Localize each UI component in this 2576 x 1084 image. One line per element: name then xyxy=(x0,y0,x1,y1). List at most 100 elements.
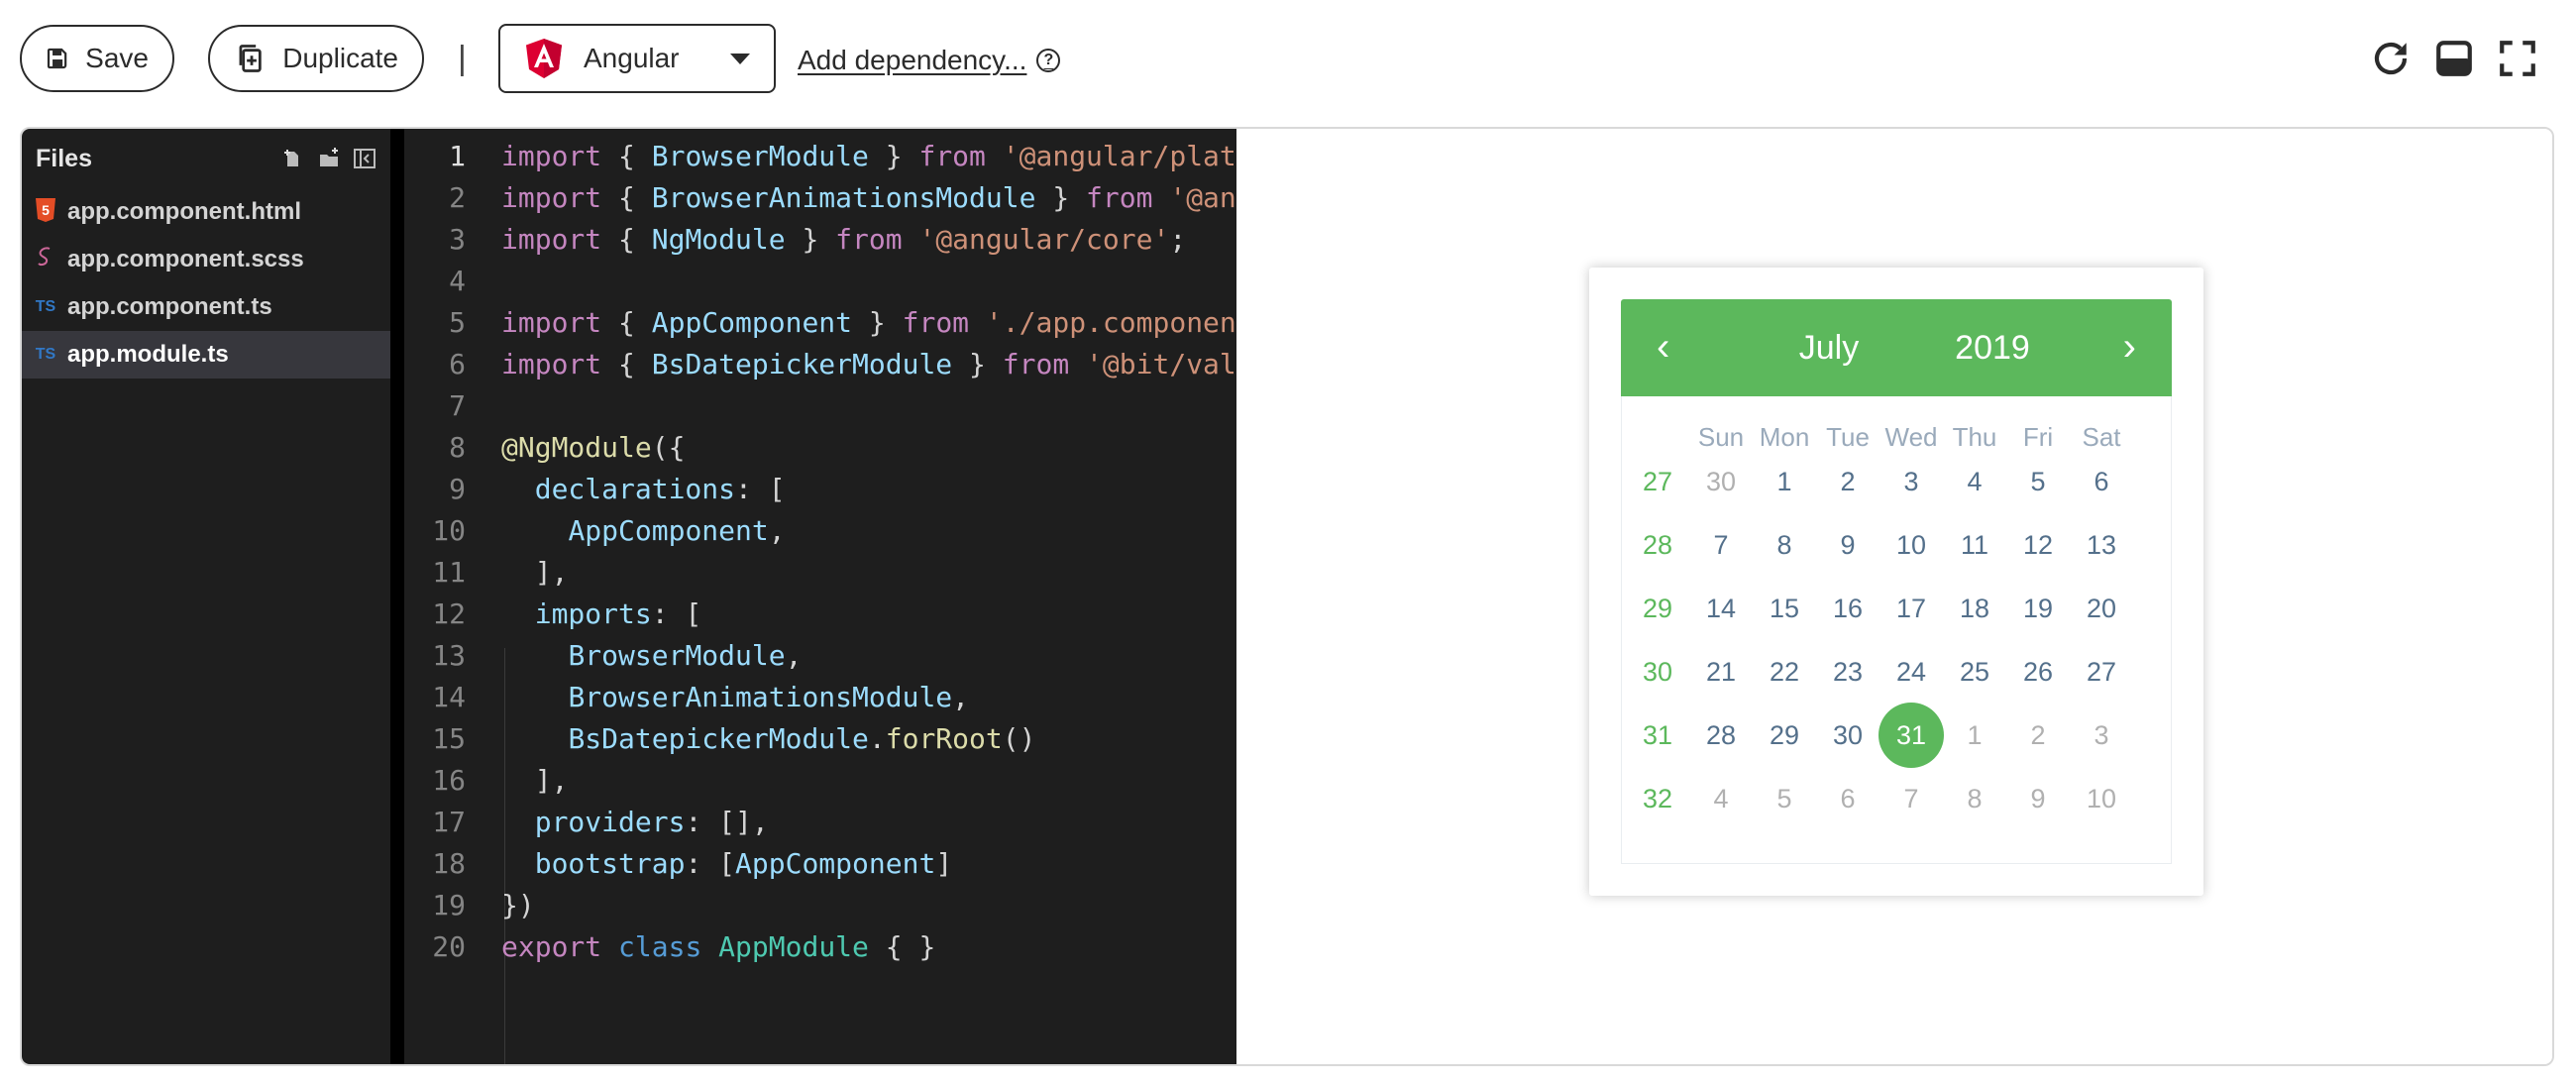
calendar-day[interactable]: 30 xyxy=(1693,454,1749,509)
code-line: 16 ], xyxy=(432,763,569,797)
calendar-day[interactable]: 29 xyxy=(1757,707,1812,763)
workspace: Files 5 app.component.html app.component… xyxy=(20,127,2554,1066)
code-line: 17 providers: [], xyxy=(432,805,769,838)
file-item-app-component-ts[interactable]: TS app.component.ts xyxy=(22,283,390,331)
framework-label: Angular xyxy=(584,43,680,73)
calendar-day[interactable]: 24 xyxy=(1883,644,1939,700)
calendar-day[interactable]: 8 xyxy=(1757,517,1812,573)
calendar-day[interactable]: 9 xyxy=(2010,771,2066,826)
code-line: 8 @NgModule({ xyxy=(449,430,686,464)
file-explorer-header: Files xyxy=(22,129,390,188)
calendar-day[interactable]: 8 xyxy=(1947,771,2002,826)
calendar-day[interactable]: 21 xyxy=(1693,644,1749,700)
split-layout-icon[interactable] xyxy=(2433,38,2475,79)
calendar-day[interactable]: 1 xyxy=(1947,707,2002,763)
new-folder-icon[interactable] xyxy=(317,147,341,170)
toolbar: Save Duplicate | Angular Add dependency.… xyxy=(0,0,2576,124)
calendar-day[interactable]: 11 xyxy=(1947,517,2002,573)
week-number: 30 xyxy=(1642,656,1673,687)
calendar-day[interactable]: 18 xyxy=(1947,581,2002,636)
calendar-day[interactable]: 17 xyxy=(1883,581,1939,636)
code-line: 10 AppComponent, xyxy=(432,513,786,547)
fullscreen-icon[interactable] xyxy=(2497,38,2538,79)
sass-icon xyxy=(34,246,57,274)
framework-select[interactable]: Angular xyxy=(498,24,776,93)
code-line: 9 declarations: [ xyxy=(449,472,786,505)
file-item-app-module-ts[interactable]: TS app.module.ts xyxy=(22,331,390,379)
angular-icon xyxy=(526,39,562,78)
week-number: 32 xyxy=(1642,783,1673,813)
code-line: 5 import { AppComponent } from './app.com… xyxy=(449,305,1236,339)
calendar-day[interactable]: 13 xyxy=(2074,517,2129,573)
calendar-day[interactable]: 4 xyxy=(1947,454,2002,509)
week-number: 28 xyxy=(1642,529,1673,560)
calendar-day[interactable]: 6 xyxy=(2074,454,2129,509)
calendar-day[interactable]: 2 xyxy=(2010,707,2066,763)
calendar-day[interactable]: 3 xyxy=(1883,454,1939,509)
help-icon[interactable]: ? xyxy=(1036,49,1061,72)
collapse-panel-icon[interactable] xyxy=(353,147,376,170)
datepicker-header: ‹ July 2019 › xyxy=(1621,299,2172,396)
calendar-day[interactable]: 7 xyxy=(1693,517,1749,573)
calendar-day[interactable]: 2 xyxy=(1820,454,1876,509)
calendar-day[interactable]: 5 xyxy=(2010,454,2066,509)
calendar-day[interactable]: 23 xyxy=(1820,644,1876,700)
refresh-icon[interactable] xyxy=(2370,38,2412,79)
code-line: 14 BrowserAnimationsModule, xyxy=(432,680,970,713)
duplicate-button[interactable]: Duplicate xyxy=(208,25,424,92)
calendar-day[interactable]: 30 xyxy=(1820,707,1876,763)
code-line: 7 xyxy=(449,388,466,422)
calendar-day[interactable]: 6 xyxy=(1820,771,1876,826)
calendar-day[interactable]: 4 xyxy=(1693,771,1749,826)
html5-icon: 5 xyxy=(34,197,57,227)
calendar-day[interactable]: 9 xyxy=(1820,517,1876,573)
calendar-day[interactable]: 7 xyxy=(1883,771,1939,826)
duplicate-label: Duplicate xyxy=(282,43,398,73)
typescript-icon: TS xyxy=(35,298,56,315)
calendar-day[interactable]: 22 xyxy=(1757,644,1812,700)
calendar-day[interactable]: 5 xyxy=(1757,771,1812,826)
duplicate-icon xyxy=(239,45,262,72)
calendar-day[interactable]: 3 xyxy=(2074,707,2129,763)
save-button[interactable]: Save xyxy=(20,25,174,92)
new-file-icon[interactable] xyxy=(281,147,305,170)
toolbar-separator: | xyxy=(458,40,467,77)
calendar-day[interactable]: 1 xyxy=(1757,454,1812,509)
calendar-day[interactable]: 20 xyxy=(2074,581,2129,636)
file-explorer: Files 5 app.component.html app.component… xyxy=(22,129,390,1064)
calendar-day[interactable]: 25 xyxy=(1947,644,2002,700)
calendar-day[interactable]: 19 xyxy=(2010,581,2066,636)
weekday-header: Fri xyxy=(2022,422,2054,452)
calendar-day[interactable]: 10 xyxy=(1883,517,1939,573)
file-item-app-component-scss[interactable]: app.component.scss xyxy=(22,236,390,283)
weekday-header: Sun xyxy=(1697,422,1745,452)
calendar-day[interactable]: 12 xyxy=(2010,517,2066,573)
prev-month-button[interactable]: ‹ xyxy=(1657,327,1669,367)
calendar-day[interactable]: 10 xyxy=(2074,771,2129,826)
file-name: app.component.html xyxy=(67,198,301,225)
code-line: 4 xyxy=(449,264,466,297)
calendar-day[interactable]: 27 xyxy=(2074,644,2129,700)
selected-day[interactable]: 31 xyxy=(1878,703,1944,768)
calendar-day[interactable]: 28 xyxy=(1693,707,1749,763)
calendar-day[interactable]: 26 xyxy=(2010,644,2066,700)
add-dependency-label: Add dependency... xyxy=(798,45,1027,75)
month-button[interactable]: July xyxy=(1760,329,1898,368)
file-item-app-component-html[interactable]: 5 app.component.html xyxy=(22,188,390,236)
code-editor[interactable]: 1 import { BrowserModule } from '@angular… xyxy=(404,129,1236,1064)
weekday-header: Sat xyxy=(2082,422,2121,452)
code-line: 20 export class AppModule { } xyxy=(432,929,936,963)
week-number: 27 xyxy=(1642,466,1673,496)
file-name: app.module.ts xyxy=(67,341,229,368)
calendar-day[interactable]: 16 xyxy=(1820,581,1876,636)
code-line: 18 bootstrap: [AppComponent] xyxy=(432,846,953,880)
weekday-header: Tue xyxy=(1826,422,1870,452)
code-line: 3 import { NgModule } from '@angular/core… xyxy=(449,222,1187,256)
calendar-day[interactable]: 15 xyxy=(1757,581,1812,636)
add-dependency-link[interactable]: Add dependency... ? xyxy=(798,45,1061,76)
calendar-day[interactable]: 14 xyxy=(1693,581,1749,636)
next-month-button[interactable]: › xyxy=(2123,327,2136,367)
svg-text:5: 5 xyxy=(42,202,50,218)
explorer-divider[interactable] xyxy=(390,129,404,1064)
year-button[interactable]: 2019 xyxy=(1938,329,2047,368)
